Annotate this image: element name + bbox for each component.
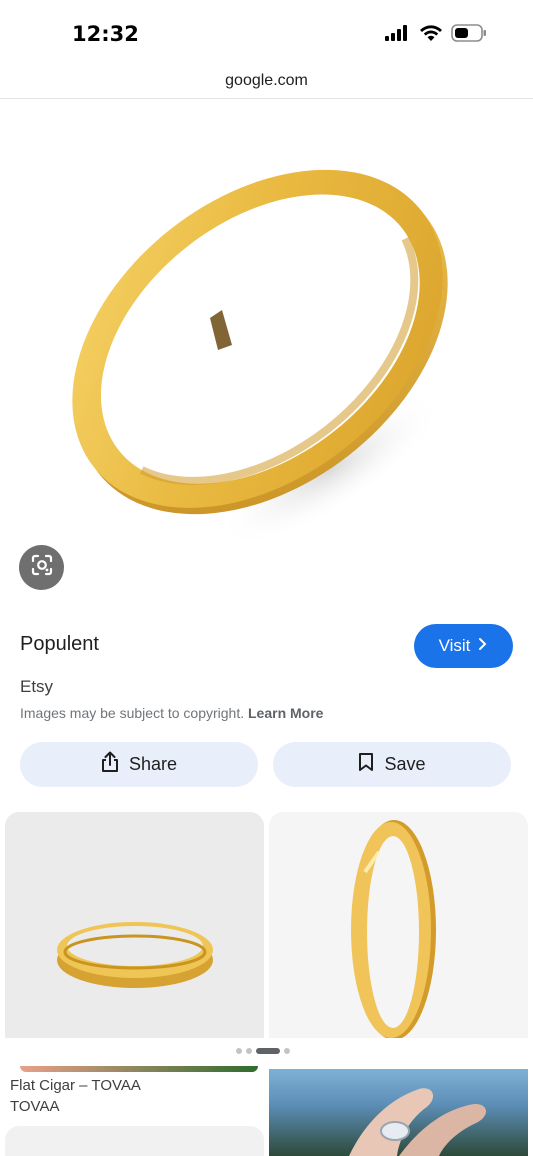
share-label: Share xyxy=(128,754,178,774)
wifi-icon xyxy=(419,24,443,47)
related-source[interactable]: TOVAA xyxy=(10,1098,59,1115)
related-title[interactable]: Flat Cigar – TOVAA xyxy=(10,1077,141,1094)
url-text: google.com xyxy=(225,72,308,89)
address-bar[interactable]: google.com xyxy=(0,64,533,99)
visit-button[interactable]: Visit xyxy=(414,624,513,668)
related-image-card[interactable] xyxy=(5,812,264,1038)
carousel-dot xyxy=(246,1048,252,1054)
status-bar: 12:32 xyxy=(0,0,533,64)
chevron-right-icon xyxy=(478,636,488,656)
ring-image xyxy=(72,169,448,547)
status-time: 12:32 xyxy=(72,22,139,46)
related-image-card[interactable] xyxy=(269,1069,528,1156)
share-icon xyxy=(101,751,119,778)
share-button[interactable]: Share xyxy=(20,742,258,787)
learn-more-link[interactable]: Learn More xyxy=(248,705,323,721)
bookmark-icon xyxy=(358,752,374,777)
signal-icon xyxy=(385,25,411,46)
copyright-notice: Images may be subject to copyright. Lear… xyxy=(20,705,323,721)
lens-icon xyxy=(30,553,54,582)
visit-label: Visit xyxy=(438,636,471,655)
carousel-dot xyxy=(284,1048,290,1054)
related-image-card[interactable] xyxy=(5,1126,264,1156)
status-icons xyxy=(385,24,487,47)
carousel-dot-active xyxy=(256,1048,280,1054)
related-image-card[interactable] xyxy=(269,812,528,1038)
ring-image xyxy=(57,922,213,988)
hand-ring-image xyxy=(349,1088,487,1156)
related-image-strip xyxy=(20,1066,258,1072)
hero-image[interactable] xyxy=(0,100,533,600)
save-label: Save xyxy=(384,754,426,774)
result-title[interactable]: Populent xyxy=(20,633,99,656)
ring-image xyxy=(351,820,436,1038)
lens-search-button[interactable] xyxy=(19,545,64,590)
copyright-text: Images may be subject to copyright. xyxy=(20,705,245,721)
carousel-dots xyxy=(236,1048,290,1054)
carousel-dot xyxy=(236,1048,242,1054)
result-source[interactable]: Etsy xyxy=(20,677,53,697)
battery-icon xyxy=(451,24,487,47)
save-button[interactable]: Save xyxy=(273,742,511,787)
